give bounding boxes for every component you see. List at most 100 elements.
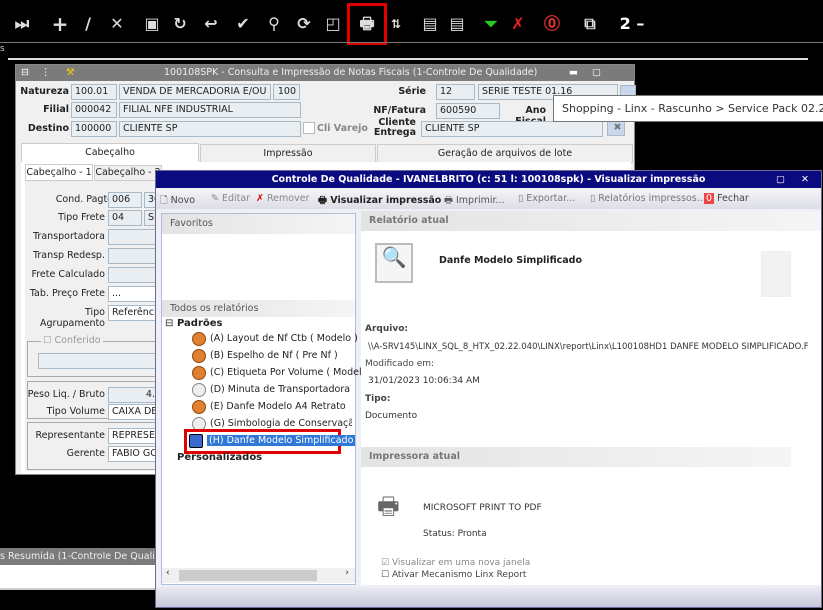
report-item[interactable]: (E) Danfe Modelo A4 Retrato — [192, 399, 346, 415]
power-icon[interactable]: ⓪ — [542, 14, 562, 34]
peso-input[interactable]: 4. — [108, 387, 156, 403]
transp-redesp-input[interactable] — [108, 248, 156, 264]
cli-varejo-label: Cli Varejo — [317, 123, 368, 134]
nf-fatura-input[interactable]: 600590 — [436, 103, 500, 119]
refresh-icon[interactable]: ↻ — [170, 14, 190, 34]
cli-varejo-checkbox[interactable] — [303, 122, 315, 134]
preview-icon[interactable]: ◰ — [323, 14, 343, 34]
add-doc-icon[interactable]: ▤ — [420, 14, 440, 34]
clean-icon[interactable]: ✔ — [233, 14, 253, 34]
traffic-icon[interactable]: ⋮ — [41, 65, 51, 81]
transportadora-input[interactable] — [108, 229, 156, 245]
destino-desc-input[interactable]: CLIENTE SP — [119, 121, 301, 137]
transportadora-label: Transportadora — [33, 231, 105, 242]
print-icon[interactable]: 🖶 — [357, 14, 377, 34]
save-icon[interactable]: ▣ — [142, 14, 162, 34]
windows-icon[interactable]: ⧉ — [580, 14, 600, 34]
wrench-icon[interactable]: ⚒ — [66, 65, 75, 81]
report-item[interactable]: (B) Espelho de Nf ( Pre Nf ) — [192, 348, 338, 364]
serie-code-input[interactable]: 12 — [436, 84, 475, 100]
delete-icon[interactable]: ✕ — [107, 14, 127, 34]
remover-button[interactable]: ✗ Remover — [256, 193, 309, 204]
tab-preco-frete-input[interactable]: ... — [108, 286, 156, 302]
novo-button[interactable]: 🗋 Novo — [160, 193, 195, 209]
last-record-icon[interactable]: ⏭ — [12, 14, 32, 34]
edit-icon[interactable]: / — [78, 14, 98, 34]
clear-filter-icon[interactable]: ✗ — [508, 14, 528, 34]
imprimir-button[interactable]: 🖶 Imprimir... — [444, 193, 505, 209]
menu-icon[interactable]: ⊟ — [21, 65, 29, 81]
reload-icon[interactable]: ⟳ — [294, 14, 314, 34]
filial-code-input[interactable]: 000042 — [71, 102, 117, 118]
fechar-label: Fechar — [717, 193, 749, 204]
fechar-button[interactable]: 0 Fechar — [704, 193, 749, 204]
printer-icon: 🖶 — [377, 492, 400, 520]
report-icon — [192, 348, 206, 363]
divider — [0, 42, 823, 43]
personalizados-node[interactable]: Personalizados — [177, 452, 262, 463]
sort-icon[interactable]: ⇅ — [386, 14, 406, 34]
padroes-node[interactable]: Padrões — [177, 318, 223, 329]
natureza-code-input[interactable]: 100.01 — [71, 84, 117, 100]
tab-impressao[interactable]: Impressão — [200, 144, 376, 163]
tipo-volume-input[interactable]: CAIXA DE — [108, 404, 156, 420]
tooltip: Shopping - Linx - Rascunho > Service Pac… — [553, 95, 823, 122]
subtab-cabecalho-2[interactable]: Cabeçalho - 2 — [94, 165, 162, 181]
scroll-right-icon[interactable]: › — [345, 568, 349, 578]
representante-input[interactable]: REPRESEN — [108, 428, 156, 444]
nf-fatura-label: NF/Fatura — [373, 105, 426, 116]
scroll-thumb[interactable] — [179, 570, 317, 581]
report-item[interactable]: (A) Layout de Nf Ctb ( Modelo ) — [192, 331, 358, 347]
conferido-input[interactable] — [38, 353, 156, 369]
filter-icon[interactable]: ⏷ — [481, 14, 501, 34]
imprimir-label: Imprimir... — [456, 195, 505, 206]
filial-desc-input[interactable]: FILIAL NFE INDUSTRIAL — [119, 102, 301, 118]
report-label: (C) Etiqueta Por Volume ( Modelo ) — [210, 367, 375, 378]
horizontal-scrollbar[interactable]: ‹ › — [162, 568, 355, 583]
fechar-icon: 0 — [704, 193, 715, 204]
conferido-checkbox[interactable]: ☐ Conferido — [41, 335, 103, 346]
subtab-cabecalho-1[interactable]: Cabeçalho - 1 — [25, 164, 93, 181]
report-item[interactable]: (C) Etiqueta Por Volume ( Modelo ) — [192, 365, 374, 381]
report-item[interactable]: (D) Minuta de Transportadora — [192, 382, 350, 398]
confirm-icon[interactable]: ↩ — [201, 14, 221, 34]
report-item-selected[interactable]: (H) Danfe Modelo Simplificado — [189, 433, 356, 449]
relatorios-impressos-button[interactable]: ▯ Relatórios impressos... — [590, 193, 706, 204]
tab-cabecalho[interactable]: Cabeçalho — [21, 143, 199, 162]
cond-pagto-input[interactable]: 006 — [108, 192, 142, 208]
natureza-desc-input[interactable]: VENDA DE MERCADORIA E/OU SERV — [119, 84, 271, 100]
tab-geracao-lote[interactable]: Geração de arquivos de lote — [377, 144, 633, 163]
ativar-linx-report-checkbox[interactable]: ☐ Ativar Mecanismo Linx Report — [381, 570, 526, 580]
window-titlebar: ⊟ ⋮ ⚒ 100108SPK - Consulta e Impressão d… — [16, 65, 634, 81]
clear-button[interactable]: ✖ — [607, 120, 625, 136]
minimize-button[interactable]: ▬ — [569, 65, 578, 81]
representante-label: Representante — [35, 430, 105, 441]
visualizar-nova-janela-checkbox[interactable]: ☑ Visualizar em uma nova janela — [381, 558, 530, 568]
close-button[interactable]: ✕ — [801, 171, 809, 188]
frete-calculado-input[interactable] — [108, 267, 156, 283]
collapse-icon[interactable]: ⊟ — [165, 318, 173, 329]
tab-preco-frete-label: Tab. Preço Frete — [29, 288, 105, 299]
tipo-agrupamento-select[interactable]: Referência — [108, 305, 156, 321]
minimized-window-title[interactable]: s Resumida (1-Controle De Qualidade) — [0, 548, 155, 565]
visualizar-button[interactable]: 🖶 Visualizar impressão — [318, 193, 441, 209]
transp-redesp-label: Transp Redesp. — [32, 250, 105, 261]
checkbox-label: Ativar Mecanismo Linx Report — [391, 570, 527, 580]
destino-code-input[interactable]: 100000 — [71, 121, 117, 137]
maximize-button[interactable]: ▢ — [592, 65, 601, 81]
search-icon[interactable]: ⚲ — [264, 14, 284, 34]
gerente-input[interactable]: FABIO GOL — [108, 446, 156, 462]
arquivo-value: \\A-SRV145\LINX_SQL_8_HTX_02.22.040\LINX… — [368, 342, 809, 352]
window-count[interactable]: 2 – — [612, 14, 652, 34]
report-label: (G) Simbologia de Conservação Do — [210, 418, 352, 429]
natureza-num-input[interactable]: 100 — [273, 84, 300, 100]
cliente-entrega-label: Cliente Entrega — [366, 118, 416, 138]
remove-doc-icon[interactable]: ▤ — [447, 14, 467, 34]
tipo-frete-input[interactable]: 04 — [108, 210, 142, 226]
scroll-left-icon[interactable]: ‹ — [166, 568, 170, 578]
editar-button[interactable]: ✎ Editar — [211, 193, 250, 204]
exportar-button[interactable]: ▯ Exportar... — [518, 193, 575, 204]
maximize-button[interactable]: ▢ — [776, 171, 785, 188]
add-icon[interactable]: + — [50, 14, 70, 34]
cliente-entrega-input[interactable]: CLIENTE SP — [421, 121, 603, 137]
